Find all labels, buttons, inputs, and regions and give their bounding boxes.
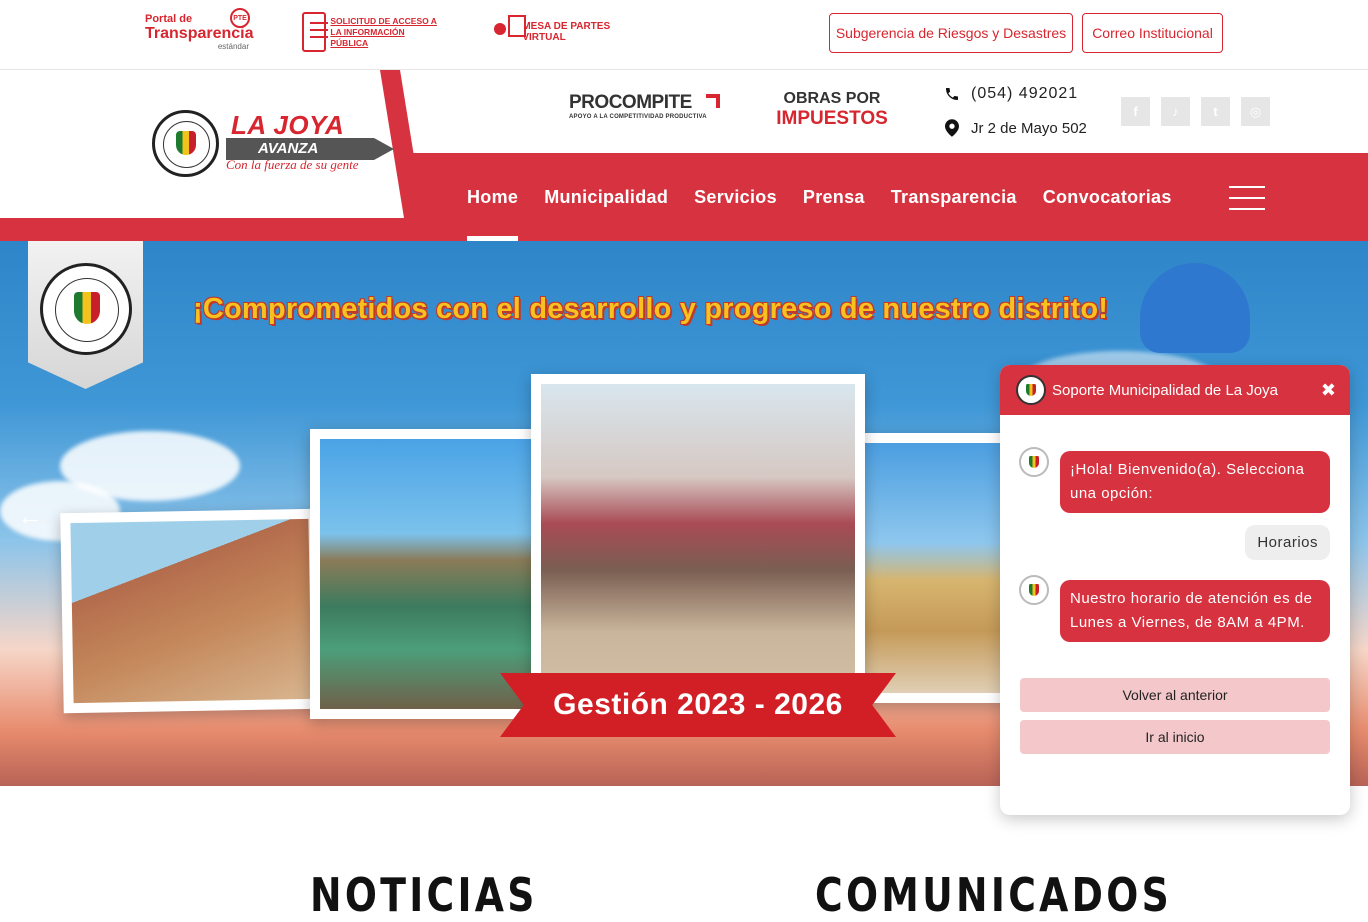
support-chat-widget: Soporte Municipalidad de La Joya ✖ ¡Hola… (1000, 365, 1350, 815)
slider-prev-arrow-icon[interactable]: ← (17, 501, 43, 532)
mesa-partes-label: MESA DE PARTES VIRTUAL (522, 21, 611, 43)
nav-item-transparencia[interactable]: Transparencia (891, 153, 1017, 241)
procompite-mark-icon (706, 94, 720, 108)
document-form-icon (302, 12, 329, 52)
instagram-icon[interactable]: ◎ (1241, 97, 1270, 126)
hero-seal-logo (40, 263, 132, 355)
person-desk-icon (492, 11, 527, 53)
hero-ribbon-text: Gestión 2023 - 2026 (553, 688, 843, 721)
obras-line1: OBRAS POR (783, 90, 881, 107)
location-pin-icon (943, 119, 961, 137)
hero-ribbon: Gestión 2023 - 2026 (500, 673, 896, 737)
solicitud-acceso-label: SOLICITUD DE ACCESO A LA INFORMACIÓN PÚB… (330, 15, 437, 48)
brand-slogan: Con la fuerza de su gente (226, 157, 359, 172)
chat-message-bot: ¡Hola! Bienvenido(a). Selecciona una opc… (1060, 451, 1330, 513)
main-nav: Home Municipalidad Servicios Prensa Tran… (467, 153, 1198, 241)
announcements-section-title: COMUNICADOS (815, 868, 1173, 922)
chat-header: Soporte Municipalidad de La Joya ✖ (1000, 365, 1350, 415)
top-bar: Portal de Transparencia estándar PTE SOL… (0, 0, 1368, 70)
pte-line3: estándar (217, 42, 249, 51)
riesgos-desastres-button[interactable]: Subgerencia de Riesgos y Desastres (829, 13, 1073, 53)
bot-avatar (1019, 447, 1049, 477)
obras-line2: IMPUESTOS (776, 108, 888, 129)
address-text: Jr 2 de Mayo 502 (971, 119, 1087, 137)
solicitud-acceso-link[interactable]: SOLICITUD DE ACCESO A LA INFORMACIÓN PÚB… (302, 8, 444, 56)
facebook-icon[interactable]: f (1121, 97, 1150, 126)
twitter-icon[interactable]: t (1201, 97, 1230, 126)
address-contact: Jr 2 de Mayo 502 (943, 119, 1087, 137)
hero-headline: ¡Comprometidos con el desarrollo y progr… (193, 293, 1109, 325)
obras-impuestos-logo[interactable]: OBRAS POR IMPUESTOS (770, 90, 894, 130)
phone-icon (943, 86, 961, 102)
chat-title: Soporte Municipalidad de La Joya (1052, 381, 1278, 399)
portal-transparencia-link[interactable]: Portal de Transparencia estándar PTE (145, 8, 254, 56)
procompite-compite: COMPITE (608, 92, 693, 113)
procompite-sub: APOYO A LA COMPETITIVIDAD PRODUCTIVA (569, 114, 707, 120)
chat-message-bot: Nuestro horario de atención es de Lunes … (1060, 580, 1330, 642)
phone-contact: (054) 492021 (943, 85, 1078, 103)
hero-photo-ceremony (531, 374, 865, 704)
news-section-title: NOTICIAS (310, 868, 538, 922)
pte-badge-icon: PTE (230, 8, 250, 28)
site-header: LA JOYA AVANZA Con la fuerza de su gente… (0, 70, 1368, 241)
worker-helmet-image (1140, 263, 1250, 353)
procompite-pro: PRO (569, 92, 609, 113)
procompite-logo[interactable]: PROCOMPITE APOYO A LA COMPETITIVIDAD PRO… (569, 92, 724, 132)
bot-avatar (1019, 575, 1049, 605)
social-links: f ♪ t ◎ (1121, 97, 1270, 126)
procompite-title: PROCOMPITE (569, 92, 724, 114)
municipal-seal-logo[interactable] (152, 110, 219, 177)
hamburger-menu-icon[interactable] (1229, 186, 1265, 210)
chat-close-icon[interactable]: ✖ (1321, 380, 1336, 401)
mesa-partes-link[interactable]: MESA DE PARTES VIRTUAL (492, 8, 634, 56)
correo-institucional-button[interactable]: Correo Institucional (1082, 13, 1223, 53)
nav-item-municipalidad[interactable]: Municipalidad (544, 153, 668, 241)
hero-photo-construction (852, 433, 1012, 703)
chat-option-back-button[interactable]: Volver al anterior (1020, 678, 1330, 712)
nav-item-home[interactable]: Home (467, 153, 519, 241)
nav-item-servicios[interactable]: Servicios (694, 153, 777, 241)
chat-option-home-button[interactable]: Ir al inicio (1020, 720, 1330, 754)
nav-item-convocatorias[interactable]: Convocatorias (1043, 153, 1172, 241)
nav-item-prensa[interactable]: Prensa (803, 153, 865, 241)
hero-photo-workers (60, 508, 322, 714)
pte-line1: Portal de (145, 13, 193, 25)
chat-logo-avatar (1016, 375, 1046, 405)
phone-number: (054) 492021 (971, 85, 1079, 102)
brand-name[interactable]: LA JOYA (231, 110, 344, 141)
chat-message-user: Horarios (1245, 525, 1330, 560)
tiktok-icon[interactable]: ♪ (1161, 97, 1190, 126)
